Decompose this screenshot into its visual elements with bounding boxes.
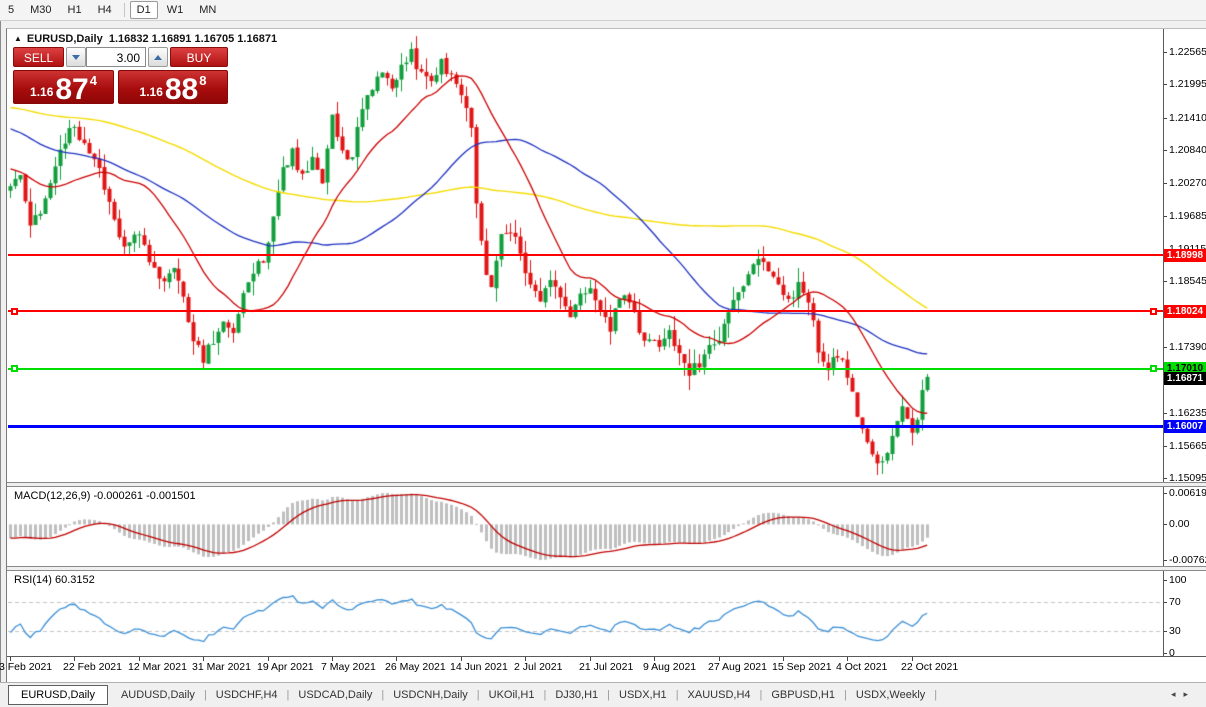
- date-axis-label: 9 Aug 2021: [643, 661, 697, 673]
- horizontal-line-1.18024[interactable]: [8, 310, 1163, 312]
- chart-tab-xauusd[interactable]: XAUUSD,H4: [679, 686, 760, 704]
- spinner-down-icon: [72, 54, 80, 60]
- line-handle[interactable]: [1150, 365, 1157, 372]
- chart-tab-usdx[interactable]: USDX,Weekly: [847, 686, 934, 704]
- pane-splitter-rsi[interactable]: [7, 566, 1206, 571]
- chart-ohlc-values: 1.16832 1.16891 1.16705 1.16871: [108, 33, 278, 45]
- rsi-indicator-label: RSI(14) 60.3152: [14, 574, 95, 586]
- rsi-axis-label: 0: [1169, 647, 1175, 659]
- price-axis-separator: [1163, 29, 1164, 656]
- chart-tab-dj30[interactable]: DJ30,H1: [546, 686, 607, 704]
- timeframe-button-d1[interactable]: D1: [129, 1, 158, 19]
- date-axis-label: 14 Jun 2021: [450, 661, 508, 673]
- sell-button[interactable]: SELL: [13, 47, 64, 67]
- chart-tab-usdcad[interactable]: USDCAD,Daily: [289, 686, 381, 704]
- horizontal-line-1.18998[interactable]: [8, 254, 1163, 256]
- line-handle[interactable]: [11, 308, 18, 315]
- chart-tabs-bar: EURUSD,Daily AUDUSD,Daily | USDCHF,H4 | USDCA…: [0, 682, 1206, 707]
- date-axis-separator: [7, 656, 1206, 657]
- bid-price-pip: 4: [89, 73, 97, 88]
- chart-tab-usdx[interactable]: USDX,H1: [610, 686, 676, 704]
- price-axis-label: 1.19685: [1169, 210, 1206, 222]
- volume-increase-button[interactable]: [148, 47, 168, 67]
- price-axis-label: 1.21995: [1169, 78, 1206, 90]
- price-axis-label: 1.15665: [1169, 440, 1206, 452]
- chart-tab-gbpusd[interactable]: GBPUSD,H1: [762, 686, 844, 704]
- macd-indicator-label: MACD(12,26,9) -0.000261 -0.001501: [14, 490, 196, 502]
- price-line-label-1.16007: 1.16007: [1164, 420, 1206, 433]
- current-price-label: 1.16871: [1164, 372, 1206, 385]
- pane-splitter-macd[interactable]: [7, 482, 1206, 487]
- date-axis-label: 4 Oct 2021: [836, 661, 888, 673]
- chart-tab-usdchf[interactable]: USDCHF,H4: [207, 686, 287, 704]
- date-axis-label: 15 Sep 2021: [772, 661, 832, 673]
- date-axis-label: 7 May 2021: [321, 661, 376, 673]
- collapse-triangle-icon[interactable]: ▲: [14, 34, 22, 43]
- timeframe-button-m30[interactable]: M30: [23, 1, 58, 19]
- chart-caption: ▲ EURUSD,Daily 1.16832 1.16891 1.16705 1.…: [14, 33, 277, 45]
- ask-price-prefix: 1.16: [139, 85, 163, 99]
- price-axis-label: 1.16235: [1169, 407, 1206, 419]
- window-left-border: [0, 20, 1, 707]
- timeframe-button-h1[interactable]: H1: [61, 1, 89, 19]
- price-line-label-1.18024: 1.18024: [1164, 305, 1206, 318]
- date-axis-label: 21 Jul 2021: [579, 661, 634, 673]
- chart-tab-usdcnh[interactable]: USDCNH,Daily: [384, 686, 477, 704]
- price-axis-label: 1.18545: [1169, 275, 1206, 287]
- date-axis-label: 22 Feb 2021: [63, 661, 122, 673]
- horizontal-line-1.17010[interactable]: [8, 368, 1163, 370]
- tab-scroll-right-icon[interactable]: ▸: [1183, 689, 1196, 699]
- spinner-up-icon: [154, 54, 162, 60]
- date-axis-label: 19 Apr 2021: [257, 661, 314, 673]
- price-axis-label: 1.22565: [1169, 46, 1206, 58]
- price-line-label-1.18998: 1.18998: [1164, 249, 1206, 262]
- tab-separator: |: [934, 689, 938, 701]
- sell-price-button[interactable]: 1.16 87 4: [13, 70, 114, 106]
- date-axis-label: 2 Jul 2021: [514, 661, 563, 673]
- bid-price-prefix: 1.16: [30, 85, 54, 99]
- rsi-axis-label: 70: [1169, 596, 1181, 608]
- chart-symbol-label: EURUSD,Daily: [26, 33, 103, 45]
- macd-axis-label: -0.00762: [1169, 554, 1206, 566]
- chart-tab-audusd[interactable]: AUDUSD,Daily: [112, 686, 204, 704]
- timeframe-button-mn[interactable]: MN: [192, 1, 223, 19]
- price-axis-label: 1.20840: [1169, 144, 1206, 156]
- date-axis-label: 27 Aug 2021: [708, 661, 767, 673]
- ask-price-pip: 8: [199, 73, 207, 88]
- price-axis-label: 1.21410: [1169, 112, 1206, 124]
- tab-scroll-left-icon[interactable]: ◂: [1171, 689, 1184, 699]
- volume-input[interactable]: 3.00: [86, 47, 146, 67]
- price-axis-label: 1.20270: [1169, 177, 1206, 189]
- toolbar-separator: [123, 3, 125, 17]
- chart-tab-eurusd[interactable]: EURUSD,Daily: [8, 685, 108, 705]
- ask-price-main: 88: [164, 73, 199, 106]
- date-axis-label: 12 Mar 2021: [128, 661, 187, 673]
- horizontal-line-1.16007[interactable]: [8, 425, 1163, 428]
- buy-price-button[interactable]: 1.16 88 8: [118, 70, 228, 106]
- mt4-terminal: 5 M30 H1 H4 D1 W1 MN ▲ EURUSD,Daily 1.16832 1.1…: [0, 0, 1206, 707]
- timeframe-toolbar: 5 M30 H1 H4 D1 W1 MN: [0, 0, 1206, 21]
- rsi-pane-canvas[interactable]: [8, 571, 1163, 655]
- rsi-axis-label: 30: [1169, 625, 1181, 637]
- macd-axis-label: 0.00: [1169, 518, 1190, 530]
- buy-button[interactable]: BUY: [170, 47, 228, 67]
- bid-price-main: 87: [55, 73, 89, 106]
- line-handle[interactable]: [11, 365, 18, 372]
- timeframe-button-h4[interactable]: H4: [91, 1, 119, 19]
- macd-axis-label: 0.006193: [1169, 487, 1206, 499]
- date-axis-label: 31 Mar 2021: [192, 661, 251, 673]
- date-axis-label: 3 Feb 2021: [0, 661, 53, 673]
- date-axis-label: 22 Oct 2021: [901, 661, 959, 673]
- timeframe-button-5[interactable]: 5: [1, 1, 21, 19]
- date-axis-label: 26 May 2021: [385, 661, 446, 673]
- chart-tab-ukoil[interactable]: UKOil,H1: [480, 686, 544, 704]
- line-handle[interactable]: [1150, 308, 1157, 315]
- volume-decrease-button[interactable]: [66, 47, 86, 67]
- rsi-axis-label: 100: [1169, 574, 1187, 586]
- timeframe-button-w1[interactable]: W1: [160, 1, 191, 19]
- price-axis-label: 1.17390: [1169, 341, 1206, 353]
